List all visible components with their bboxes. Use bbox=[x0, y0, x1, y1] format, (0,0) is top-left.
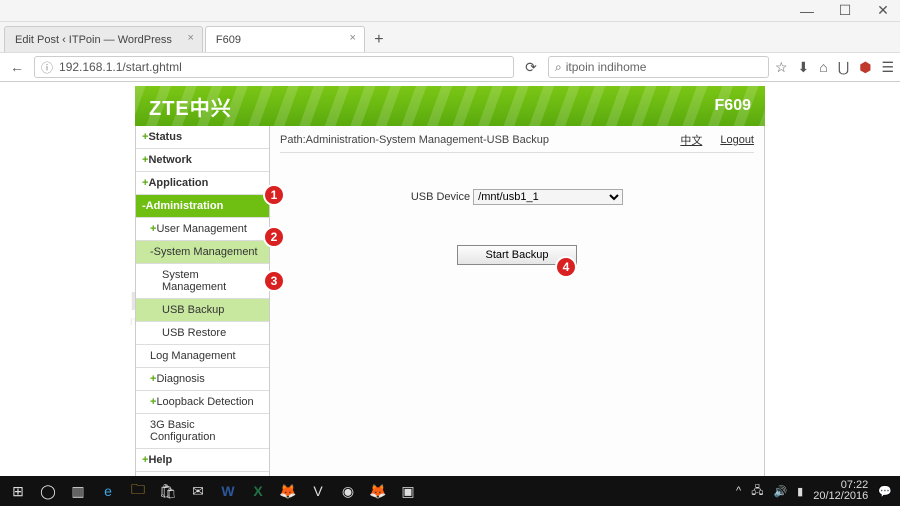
star-icon[interactable]: ☆ bbox=[775, 59, 788, 76]
window-minimize-icon[interactable]: — bbox=[796, 0, 818, 22]
sidebar-item-network[interactable]: +Network bbox=[136, 149, 269, 172]
badge-1: 1 bbox=[263, 184, 285, 206]
shield-icon[interactable]: ⬢ bbox=[859, 59, 871, 76]
image-icon[interactable]: ▣ bbox=[398, 481, 418, 501]
start-icon[interactable]: ⊞ bbox=[8, 481, 28, 501]
taskview-icon[interactable]: ▥ bbox=[68, 481, 88, 501]
sidebar-item-system-management[interactable]: -System Management bbox=[136, 241, 269, 264]
mail-icon[interactable]: ✉ bbox=[188, 481, 208, 501]
firefox-icon[interactable]: 🦊 bbox=[278, 481, 298, 501]
window-close-icon[interactable]: ✕ bbox=[872, 0, 894, 22]
taskbar: ⊞ ◯ ▥ e 🗀 🛍 ✉ W X 🦊 V ◉ 🦊 ▣ ^ 🖧 🔊 ▮ 07:2… bbox=[0, 476, 900, 506]
search-text: itpoin indihome bbox=[566, 60, 647, 74]
sidebar-item-administration[interactable]: -Administration bbox=[136, 195, 269, 218]
model-label: F609 bbox=[715, 97, 751, 115]
sidebar-item-system-management-sub[interactable]: System Management bbox=[136, 264, 269, 299]
sidebar-item-log-management[interactable]: Log Management bbox=[136, 345, 269, 368]
sidebar-item-loopback[interactable]: +Loopback Detection bbox=[136, 391, 269, 414]
badge-3: 3 bbox=[263, 270, 285, 292]
clock[interactable]: 07:2220/12/2016 bbox=[813, 480, 868, 502]
tab-wordpress[interactable]: Edit Post ‹ ITPoin — WordPress × bbox=[4, 26, 203, 52]
tab-label: Edit Post ‹ ITPoin — WordPress bbox=[15, 34, 172, 46]
sidebar-item-3g[interactable]: 3G Basic Configuration bbox=[136, 414, 269, 449]
sidebar-item-usb-restore[interactable]: USB Restore bbox=[136, 322, 269, 345]
close-icon[interactable]: × bbox=[187, 32, 193, 44]
home-icon[interactable]: ⌂ bbox=[819, 59, 827, 75]
sidebar-item-help[interactable]: +Help bbox=[136, 449, 269, 472]
usb-device-label: USB Device bbox=[411, 191, 470, 203]
logout-link[interactable]: Logout bbox=[720, 134, 754, 146]
edge-icon[interactable]: e bbox=[98, 481, 118, 501]
browser-tabs: Edit Post ‹ ITPoin — WordPress × F609 × … bbox=[0, 22, 900, 52]
url-text: 192.168.1.1/start.ghtml bbox=[59, 60, 182, 74]
download-icon[interactable]: ⬇ bbox=[798, 59, 810, 76]
sidebar-item-usb-backup[interactable]: USB Backup bbox=[136, 299, 269, 322]
tray-up-icon[interactable]: ^ bbox=[736, 485, 741, 497]
search-input[interactable]: ⌕ itpoin indihome bbox=[548, 56, 769, 78]
language-link[interactable]: 中文 bbox=[680, 132, 702, 148]
volume-icon[interactable]: 🔊 bbox=[773, 485, 787, 498]
excel-icon[interactable]: X bbox=[248, 481, 268, 501]
store-icon[interactable]: 🛍 bbox=[158, 481, 178, 501]
network-icon[interactable]: 🖧 bbox=[751, 482, 763, 501]
close-icon[interactable]: × bbox=[349, 32, 355, 44]
menu-icon[interactable]: ☰ bbox=[881, 59, 894, 76]
pocket-icon[interactable]: ⋃ bbox=[838, 59, 849, 76]
tab-label: F609 bbox=[216, 34, 241, 46]
search-icon: ⌕ bbox=[555, 60, 562, 75]
window-title-bar: — ☐ ✕ bbox=[0, 0, 900, 22]
router-header: ZTE中兴 F609 bbox=[135, 86, 765, 126]
sidebar: +Status +Network +Application -Administr… bbox=[136, 126, 270, 476]
explorer-icon[interactable]: 🗀 bbox=[128, 481, 148, 501]
firefox2-icon[interactable]: 🦊 bbox=[368, 481, 388, 501]
address-bar-row: ← ⓘ 192.168.1.1/start.ghtml ⟳ ⌕ itpoin i… bbox=[0, 52, 900, 82]
app-icon[interactable]: V bbox=[308, 481, 328, 501]
cortana-icon[interactable]: ◯ bbox=[38, 481, 58, 501]
tab-router[interactable]: F609 × bbox=[205, 26, 365, 52]
back-icon[interactable]: ← bbox=[6, 56, 28, 78]
word-icon[interactable]: W bbox=[218, 481, 238, 501]
notifications-icon[interactable]: 💬 bbox=[878, 485, 892, 498]
usb-device-select[interactable]: /mnt/usb1_1 bbox=[473, 189, 623, 205]
window-maximize-icon[interactable]: ☐ bbox=[834, 0, 856, 22]
chrome-icon[interactable]: ◉ bbox=[338, 481, 358, 501]
badge-2: 2 bbox=[263, 226, 285, 248]
battery-icon[interactable]: ▮ bbox=[797, 485, 803, 498]
breadcrumb: Path:Administration-System Management-US… bbox=[280, 134, 662, 146]
sidebar-item-status[interactable]: +Status bbox=[136, 126, 269, 149]
refresh-icon[interactable]: ⟳ bbox=[520, 56, 542, 78]
sidebar-item-application[interactable]: +Application bbox=[136, 172, 269, 195]
badge-4: 4 bbox=[555, 256, 577, 278]
sidebar-item-diagnosis[interactable]: +Diagnosis bbox=[136, 368, 269, 391]
new-tab-button[interactable]: + bbox=[367, 28, 391, 52]
zte-logo: ZTE中兴 bbox=[149, 92, 232, 121]
main-panel: Path:Administration-System Management-US… bbox=[270, 126, 764, 476]
url-input[interactable]: ⓘ 192.168.1.1/start.ghtml bbox=[34, 56, 514, 78]
info-icon: ⓘ bbox=[41, 59, 53, 76]
sidebar-item-user-management[interactable]: +User Management bbox=[136, 218, 269, 241]
